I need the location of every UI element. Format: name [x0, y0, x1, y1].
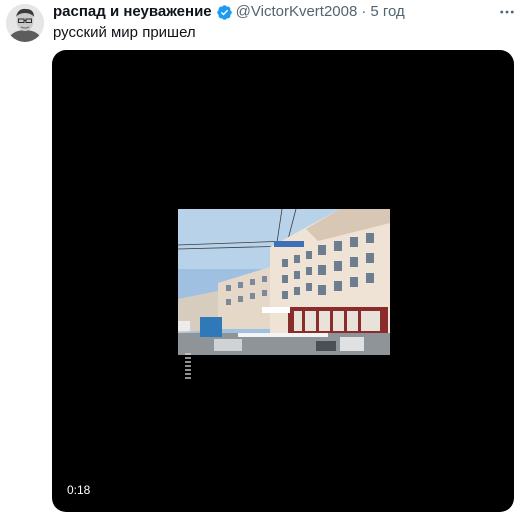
- avatar-photo-icon: [6, 4, 44, 42]
- tweet-card: распад и неуважение @VictorKvert2008 · 5…: [0, 0, 527, 518]
- tweet-timestamp[interactable]: 5 год: [370, 3, 404, 21]
- video-watermark: [185, 353, 191, 379]
- tweet-text: русский мир пришел: [53, 24, 196, 41]
- user-handle[interactable]: @VictorKvert2008: [236, 3, 358, 21]
- video-duration: 0:18: [67, 483, 91, 497]
- display-name[interactable]: распад и неуважение: [53, 3, 212, 21]
- header-separator: ·: [361, 3, 367, 20]
- user-avatar[interactable]: [6, 4, 44, 42]
- verified-badge-icon: [216, 4, 233, 21]
- more-options-icon: [500, 10, 514, 14]
- video-player[interactable]: 0:18: [52, 50, 514, 512]
- more-options-button[interactable]: [497, 2, 517, 22]
- street-building-frame-icon: [178, 209, 390, 355]
- tweet-header: распад и неуважение @VictorKvert2008 · 5…: [53, 3, 405, 21]
- video-thumbnail: [178, 209, 390, 355]
